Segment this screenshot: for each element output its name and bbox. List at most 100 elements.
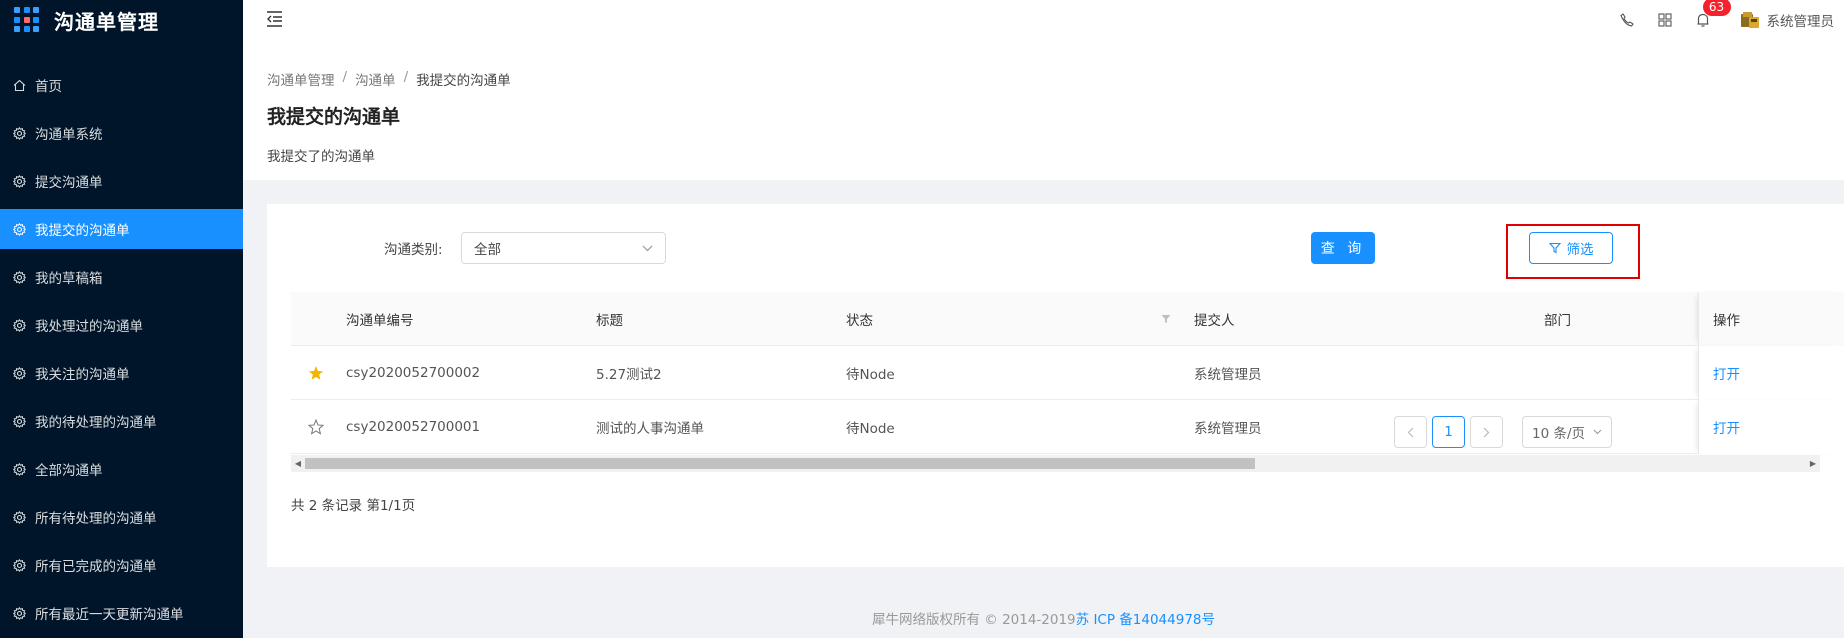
cell-operation: 打开	[1698, 400, 1844, 454]
category-select-value: 全部	[474, 242, 501, 258]
cell-status: 待Node	[846, 367, 895, 383]
horizontal-scrollbar[interactable]: ◀ ▶	[291, 455, 1820, 472]
column-header-department: 部门	[1544, 313, 1571, 329]
chevron-right-icon	[1483, 427, 1490, 437]
scroll-right-icon[interactable]: ▶	[1806, 455, 1820, 472]
scroll-left-icon[interactable]: ◀	[291, 455, 305, 472]
top-header: 63 系统管理员	[243, 0, 1844, 50]
app-grid-icon	[14, 7, 40, 33]
sidebar-item[interactable]: 全部沟通单	[0, 449, 243, 489]
sidebar-menu: 首页沟通单系统提交沟通单我提交的沟通单 我的草稿箱我处理过的沟通单 我关注的沟通单我…	[0, 65, 243, 638]
gear-icon	[12, 414, 26, 428]
open-link[interactable]: 打开	[1713, 363, 1740, 383]
gear-icon	[12, 510, 26, 524]
footer-copyright: 犀牛网络版权所有 © 2014-2019	[871, 612, 1076, 628]
cell-submitter: 系统管理员	[1194, 367, 1262, 383]
page-header: 沟通单管理 / 沟通单 / 我提交的沟通单 我提交的沟通单 我提交了的沟通单	[243, 50, 1844, 180]
sidebar-item-label: 我提交的沟通单	[35, 223, 130, 239]
table-row: csy2020052700002 5.27测试2 待Node 系统管理员 打开	[291, 346, 1844, 400]
avatar	[1740, 12, 1759, 28]
user-name: 系统管理员	[1766, 14, 1835, 30]
filter-button-label: 筛选	[1566, 242, 1594, 258]
page-title: 我提交的沟通单	[267, 106, 401, 128]
cell-title: 测试的人事沟通单	[596, 421, 704, 437]
gear-icon	[12, 606, 26, 620]
filter-icon	[1548, 242, 1561, 254]
category-select[interactable]: 全部	[461, 232, 666, 264]
query-button[interactable]: 查 询	[1311, 232, 1375, 264]
cell-title: 5.27测试2	[596, 367, 662, 383]
notification-badge: 63	[1702, 0, 1731, 16]
star-outline-icon[interactable]	[301, 400, 331, 454]
page-description: 我提交了的沟通单	[267, 149, 375, 165]
column-header-operation: 操作	[1698, 292, 1844, 346]
breadcrumb-item[interactable]: 沟通单	[355, 69, 396, 89]
category-label: 沟通类别:	[384, 242, 443, 258]
table-header-row: 沟通单编号 标题 状态 提交人 部门 操作	[291, 292, 1844, 346]
cell-status: 待Node	[846, 421, 895, 437]
user-menu[interactable]: 系统管理员	[1722, 0, 1844, 40]
sidebar-item[interactable]: 我关注的沟通单	[0, 353, 243, 393]
footer: 犀牛网络版权所有 © 2014-2019苏 ICP 备14044978号	[243, 608, 1844, 628]
sidebar-item-label: 所有已完成的沟通单	[35, 559, 157, 575]
sidebar-item-label: 首页	[35, 79, 62, 95]
sidebar-item[interactable]: 所有待处理的沟通单	[0, 497, 243, 537]
breadcrumb: 沟通单管理 / 沟通单 / 我提交的沟通单	[267, 69, 511, 89]
breadcrumb-item[interactable]: 沟通单管理	[267, 69, 335, 89]
gear-icon	[12, 174, 26, 188]
chevron-down-icon	[1593, 429, 1602, 435]
page-size-value: 10 条/页	[1532, 426, 1586, 442]
sidebar-item-label: 我关注的沟通单	[35, 367, 130, 383]
column-header-id: 沟通单编号	[346, 313, 414, 329]
sidebar-item-label: 我的待处理的沟通单	[35, 415, 157, 431]
notification-bell-icon[interactable]: 63	[1684, 0, 1731, 40]
cell-id: csy2020052700002	[346, 365, 481, 381]
cell-operation: 打开	[1698, 346, 1844, 400]
home-icon	[12, 78, 26, 92]
column-header-status: 状态	[846, 313, 873, 329]
sidebar-item-label: 全部沟通单	[35, 463, 103, 479]
sidebar-item[interactable]: 所有已完成的沟通单	[0, 545, 243, 585]
chevron-left-icon	[1407, 427, 1414, 437]
sidebar-item[interactable]: 我的待处理的沟通单	[0, 401, 243, 441]
sidebar-item[interactable]: 首页	[0, 65, 243, 105]
sidebar-item[interactable]: 沟通单系统	[0, 113, 243, 153]
page-size-select[interactable]: 10 条/页	[1522, 416, 1612, 448]
scrollbar-thumb[interactable]	[305, 458, 1255, 469]
column-header-submitter: 提交人	[1194, 313, 1235, 329]
prev-page-button[interactable]	[1394, 416, 1427, 448]
cell-submitter: 系统管理员	[1194, 421, 1262, 437]
app-title: 沟通单管理	[54, 9, 159, 34]
breadcrumb-current: 我提交的沟通单	[416, 73, 511, 89]
sidebar-item-label: 提交沟通单	[35, 175, 103, 191]
app-logo[interactable]: 沟通单管理	[0, 0, 243, 40]
sidebar-item-label: 所有待处理的沟通单	[35, 511, 157, 527]
open-link[interactable]: 打开	[1713, 417, 1740, 437]
sidebar-item[interactable]: 我处理过的沟通单	[0, 305, 243, 345]
filter-button[interactable]: 筛选	[1529, 232, 1613, 264]
sidebar-item-label: 我处理过的沟通单	[35, 319, 143, 335]
gear-icon	[12, 318, 26, 332]
breadcrumb-separator: /	[403, 69, 409, 85]
page-1-button[interactable]: 1	[1432, 416, 1465, 448]
gear-icon	[12, 462, 26, 476]
column-header-title: 标题	[596, 313, 623, 329]
next-page-button[interactable]	[1470, 416, 1503, 448]
footer-icp-link[interactable]: 苏 ICP 备14044978号	[1076, 612, 1215, 628]
chevron-down-icon	[642, 245, 653, 251]
sidebar-item-label: 沟通单系统	[35, 127, 103, 143]
breadcrumb-separator: /	[342, 69, 348, 85]
phone-icon[interactable]	[1608, 0, 1646, 40]
sidebar-item[interactable]: 我的草稿箱	[0, 257, 243, 297]
sidebar: 沟通单管理 首页沟通单系统提交沟通单我提交的沟通单 我的草稿箱我处理过的沟通单 我关…	[0, 0, 243, 638]
gear-icon	[12, 126, 26, 140]
status-column-filter-icon[interactable]	[1156, 292, 1176, 346]
sidebar-item-label: 我的草稿箱	[35, 271, 103, 287]
sidebar-item[interactable]: 我提交的沟通单	[0, 209, 243, 249]
gear-icon	[12, 366, 26, 380]
apps-icon[interactable]	[1646, 0, 1684, 40]
sidebar-item[interactable]: 提交沟通单	[0, 161, 243, 201]
sidebar-item[interactable]: 所有最近一天更新沟通单	[0, 593, 243, 633]
menu-fold-icon[interactable]	[266, 10, 288, 28]
star-filled-icon[interactable]	[301, 346, 331, 400]
